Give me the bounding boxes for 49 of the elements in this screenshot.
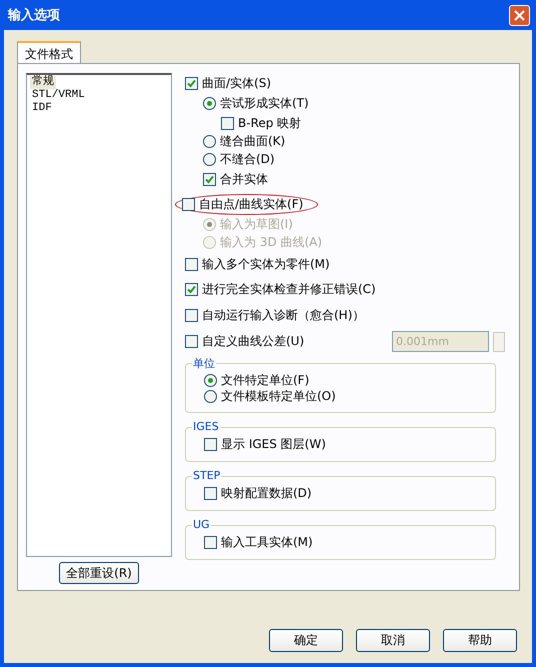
- option-label: 自定义曲线公差(U): [202, 332, 304, 350]
- checkbox[interactable]: [204, 438, 217, 450]
- checkbox[interactable]: [185, 334, 198, 348]
- dialog-button[interactable]: 确定: [269, 629, 343, 652]
- checkbox[interactable]: [204, 486, 217, 500]
- window-title: 输入选项: [8, 6, 60, 24]
- option-label: B-Rep 映射: [238, 114, 302, 132]
- option-label: 尝试形成实体(T): [220, 94, 309, 112]
- dialog-button[interactable]: 取消: [356, 629, 430, 652]
- list-item[interactable]: IDF: [30, 102, 54, 115]
- option-label: 显示 IGES 图层(W): [221, 436, 326, 452]
- dialog-button[interactable]: 帮助: [443, 629, 517, 652]
- list-item[interactable]: STL/VRML: [30, 89, 87, 102]
- checkbox[interactable]: [185, 282, 198, 296]
- checkbox[interactable]: [204, 536, 217, 548]
- option-label: 进行完全实体检查并修正错误(C): [202, 280, 376, 298]
- list-item[interactable]: 常规: [30, 76, 56, 89]
- close-button[interactable]: [509, 4, 530, 26]
- radio-button[interactable]: [203, 134, 216, 148]
- option-label: 映射配置数据(D): [221, 484, 312, 502]
- checkbox[interactable]: [203, 172, 216, 186]
- option-label: 自由点/曲线实体(F): [199, 196, 304, 212]
- option-label: 输入为草图(I): [220, 216, 293, 232]
- radio-button[interactable]: [204, 390, 217, 402]
- option-label: 文件特定单位(F): [221, 372, 310, 388]
- option-label: 文件模板特定单位(O): [221, 388, 336, 404]
- reset-all-button[interactable]: 全部重设(R): [59, 562, 139, 584]
- option-label: 缝合曲面(K): [220, 132, 286, 150]
- option-label: 自动运行输入诊断（愈合(H)）: [202, 306, 364, 324]
- option-label: 输入多个实体为零件(M): [202, 256, 330, 272]
- checkbox[interactable]: [185, 76, 198, 90]
- option-label: 合并实体: [220, 170, 268, 188]
- group-title: 单位: [192, 356, 216, 371]
- option-label: 不缝合(D): [220, 150, 275, 168]
- radio-button[interactable]: [203, 96, 216, 110]
- checkbox[interactable]: [185, 308, 198, 322]
- radio-button[interactable]: [204, 374, 217, 386]
- checkbox[interactable]: [182, 198, 195, 210]
- option-label: 输入工具实体(M): [221, 534, 313, 550]
- option-label: 曲面/实体(S): [202, 74, 272, 92]
- group-title: UG: [192, 518, 211, 531]
- close-icon: [514, 10, 525, 20]
- group-title: STEP: [192, 469, 222, 482]
- group-title: IGES: [192, 420, 220, 433]
- tab[interactable]: 文件格式: [17, 41, 81, 63]
- checkbox[interactable]: [185, 258, 198, 270]
- option-label: 输入为 3D 曲线(A): [220, 234, 322, 250]
- radio-button[interactable]: [203, 152, 216, 166]
- checkbox[interactable]: [221, 116, 234, 130]
